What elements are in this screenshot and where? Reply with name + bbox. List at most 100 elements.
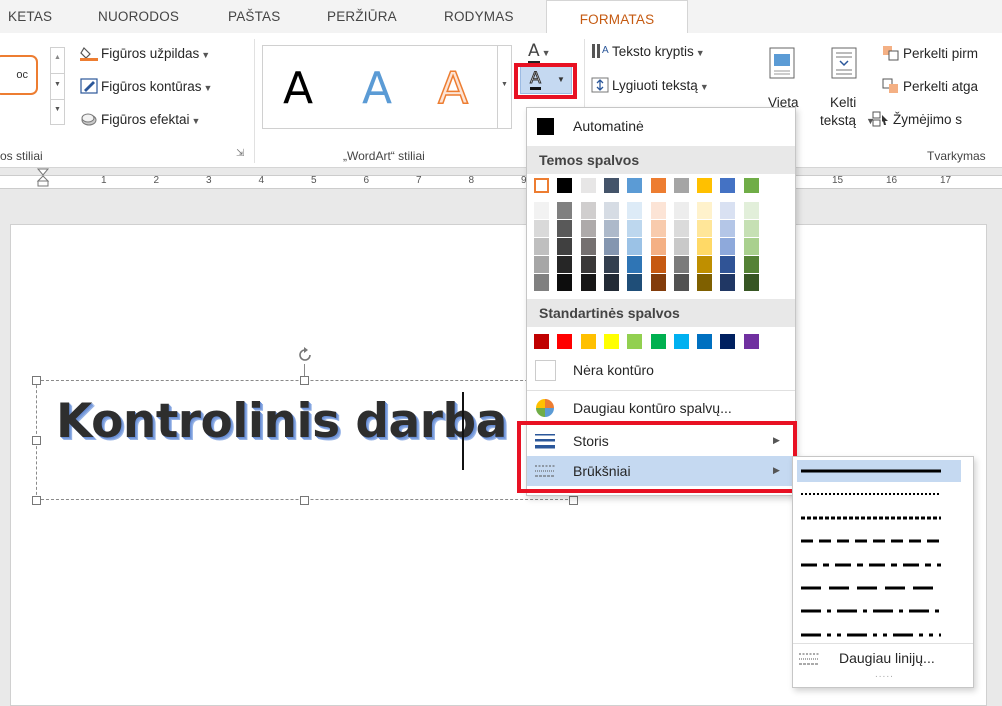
theme-color-swatch[interactable] — [673, 274, 689, 291]
shape-fill-button[interactable]: Figūros užpildas ▼ — [80, 45, 210, 61]
theme-color-swatch[interactable] — [650, 256, 666, 273]
theme-color-swatch[interactable] — [580, 238, 596, 255]
send-backward-button[interactable]: Perkelti atga — [882, 78, 978, 94]
theme-color-swatch[interactable] — [580, 178, 596, 193]
theme-color-swatch[interactable] — [650, 220, 666, 237]
wordart-gallery-scroll[interactable]: ▼ — [497, 45, 512, 129]
theme-color-swatch[interactable] — [557, 178, 573, 193]
theme-color-swatch[interactable] — [697, 238, 713, 255]
tab-nuorodos[interactable]: NUORODOS — [98, 9, 179, 24]
horizontal-ruler[interactable]: 1 2 3 4 5 6 7 8 9 15 16 17 — [0, 168, 1002, 196]
resize-grip[interactable]: ..... — [875, 669, 894, 680]
theme-color-swatch[interactable] — [627, 274, 643, 291]
standard-color-swatch[interactable] — [650, 334, 666, 349]
theme-color-swatch[interactable] — [627, 238, 643, 255]
text-direction-button[interactable]: A Teksto kryptis ▼ — [591, 43, 705, 59]
shape-outline-button[interactable]: Figūros kontūras ▼ — [80, 78, 212, 94]
wordart-style-black[interactable]: A — [283, 63, 313, 114]
theme-color-swatch[interactable] — [673, 178, 689, 193]
theme-color-swatch[interactable] — [603, 202, 619, 219]
theme-color-swatch[interactable] — [650, 274, 666, 291]
theme-color-swatch[interactable] — [580, 256, 596, 273]
theme-color-swatch[interactable] — [557, 220, 573, 237]
standard-color-swatch[interactable] — [743, 334, 759, 349]
rotate-handle-icon[interactable] — [296, 346, 314, 364]
theme-color-swatch[interactable] — [743, 238, 759, 255]
theme-color-swatch[interactable] — [743, 178, 759, 193]
dash-style-option[interactable] — [801, 538, 941, 544]
theme-color-swatch[interactable] — [557, 202, 573, 219]
tab-rodymas[interactable]: RODYMAS — [444, 9, 514, 24]
theme-color-swatch[interactable] — [534, 202, 549, 219]
standard-color-swatch[interactable] — [557, 334, 573, 349]
dash-style-option[interactable] — [801, 468, 941, 474]
theme-color-swatch[interactable] — [697, 202, 713, 219]
theme-color-swatch[interactable] — [603, 178, 619, 193]
theme-color-swatch[interactable] — [580, 274, 596, 291]
theme-color-swatch[interactable] — [650, 178, 666, 193]
resize-handle[interactable] — [300, 376, 309, 385]
resize-handle[interactable] — [300, 496, 309, 505]
theme-color-swatch[interactable] — [534, 274, 549, 291]
theme-color-swatch[interactable] — [673, 220, 689, 237]
dash-style-option[interactable] — [801, 608, 941, 614]
theme-color-swatch[interactable] — [627, 178, 643, 193]
menu-item-no-outline[interactable]: Nėra kontūro — [527, 356, 795, 384]
theme-color-swatch[interactable] — [534, 238, 549, 255]
tab-maketas[interactable]: KETAS — [8, 9, 52, 24]
theme-color-swatch[interactable] — [673, 238, 689, 255]
theme-color-swatch[interactable] — [580, 202, 596, 219]
theme-color-swatch[interactable] — [534, 178, 549, 193]
wordart-style-blue[interactable]: A — [362, 63, 392, 114]
tab-perziura[interactable]: PERŽIŪRA — [327, 9, 397, 24]
theme-color-swatch[interactable] — [627, 256, 643, 273]
menu-item-more-lines[interactable]: Daugiau linijų... — [793, 647, 973, 671]
shape-effects-button[interactable]: Figūros efektai ▼ — [80, 111, 200, 127]
theme-color-swatch[interactable] — [720, 220, 736, 237]
resize-handle[interactable] — [32, 436, 41, 445]
theme-color-swatch[interactable] — [720, 274, 736, 291]
standard-color-swatch[interactable] — [697, 334, 713, 349]
theme-color-swatch[interactable] — [697, 178, 713, 193]
standard-color-swatch[interactable] — [603, 334, 619, 349]
theme-color-swatch[interactable] — [580, 220, 596, 237]
dash-style-option[interactable] — [801, 632, 941, 638]
theme-color-swatch[interactable] — [743, 274, 759, 291]
standard-color-swatch[interactable] — [534, 334, 549, 349]
dash-style-option[interactable] — [801, 562, 941, 568]
tab-pastas[interactable]: PAŠTAS — [228, 9, 280, 24]
standard-color-swatch[interactable] — [580, 334, 596, 349]
text-fill-button[interactable]: A ▼ — [528, 41, 551, 64]
theme-color-swatch[interactable] — [534, 220, 549, 237]
theme-color-swatch[interactable] — [697, 274, 713, 291]
theme-color-swatch[interactable] — [603, 238, 619, 255]
wrap-text-button[interactable]: Kelti tekstą ▼ — [816, 47, 875, 137]
theme-color-swatch[interactable] — [650, 202, 666, 219]
theme-color-swatch[interactable] — [557, 238, 573, 255]
theme-color-swatch[interactable] — [673, 256, 689, 273]
resize-handle[interactable] — [32, 496, 41, 505]
theme-color-swatch[interactable] — [557, 274, 573, 291]
theme-color-swatch[interactable] — [673, 202, 689, 219]
standard-color-swatch[interactable] — [673, 334, 689, 349]
theme-color-swatch[interactable] — [720, 256, 736, 273]
selection-pane-button[interactable]: Žymėjimo s — [872, 111, 962, 127]
theme-color-swatch[interactable] — [650, 238, 666, 255]
shape-style-scroll[interactable]: ▲ ▼ ▼ — [50, 47, 65, 125]
theme-color-swatch[interactable] — [720, 178, 736, 193]
theme-color-swatch[interactable] — [534, 256, 549, 273]
theme-color-swatch[interactable] — [603, 274, 619, 291]
theme-color-swatch[interactable] — [627, 220, 643, 237]
shape-style-preview[interactable]: oc — [0, 55, 38, 95]
theme-color-swatch[interactable] — [603, 256, 619, 273]
resize-handle[interactable] — [32, 376, 41, 385]
standard-color-swatch[interactable] — [720, 334, 736, 349]
dash-style-option[interactable] — [801, 585, 941, 591]
theme-color-swatch[interactable] — [557, 256, 573, 273]
theme-color-swatch[interactable] — [627, 202, 643, 219]
menu-item-automatic[interactable]: Automatinė — [527, 112, 795, 140]
theme-color-swatch[interactable] — [743, 220, 759, 237]
theme-color-swatch[interactable] — [697, 256, 713, 273]
align-text-button[interactable]: Lygiuoti tekstą ▼ — [591, 77, 709, 93]
resize-handle[interactable] — [569, 496, 578, 505]
